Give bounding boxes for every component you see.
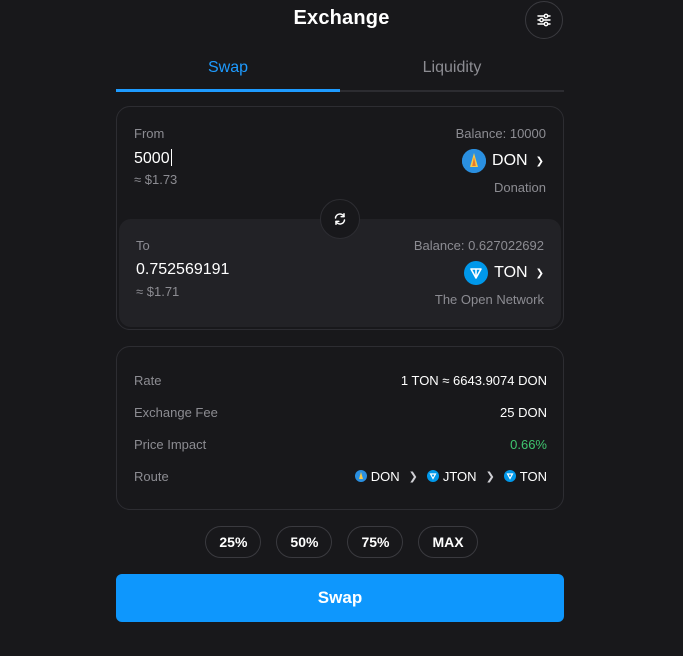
page-title: Exchange: [293, 7, 390, 29]
sliders-icon: [537, 13, 551, 27]
chevron-right-icon: ❯: [408, 470, 418, 483]
price-impact-value: 0.66%: [510, 436, 547, 452]
tab-liquidity[interactable]: Liquidity: [340, 52, 564, 90]
from-usd-value: ≈ $1.73: [134, 172, 178, 187]
from-balance: Balance: 10000: [455, 126, 546, 141]
percent-50-button[interactable]: 50%: [276, 526, 333, 558]
jton-token-icon: [426, 470, 439, 482]
swap-submit-button[interactable]: Swap: [116, 574, 564, 622]
rate-value: 1 TON ≈ 6643.9074 DON: [400, 372, 547, 388]
to-label: To: [136, 238, 150, 253]
from-token-symbol: DON: [492, 152, 528, 169]
settings-button[interactable]: [525, 1, 563, 39]
swap-details-card: Rate 1 TON ≈ 6643.9074 DON Exchange Fee …: [116, 346, 564, 510]
chevron-right-icon: ❯: [485, 470, 495, 483]
to-token-symbol: TON: [494, 264, 528, 281]
from-token-select[interactable]: DON ❯: [462, 149, 544, 173]
don-token-icon: [462, 149, 487, 173]
route-row: Route DON ❯ JTON ❯ TON: [134, 466, 547, 486]
switch-tokens-button[interactable]: [320, 199, 360, 239]
fee-row: Exchange Fee 25 DON: [134, 402, 547, 422]
don-token-icon: [354, 470, 367, 482]
from-label: From: [134, 126, 165, 141]
to-usd-value: ≈ $1.71: [136, 284, 180, 299]
from-amount-value: 5000: [134, 150, 170, 167]
to-token-name: The Open Network: [434, 292, 544, 307]
exchange-tabs: Swap Liquidity: [116, 52, 564, 92]
from-token-name: Donation: [493, 180, 546, 195]
max-button[interactable]: MAX: [418, 526, 478, 558]
route-step: TON: [519, 468, 547, 484]
ton-token-icon: [464, 261, 489, 285]
route-step: DON: [370, 468, 400, 484]
percent-75-button[interactable]: 75%: [347, 526, 404, 558]
chevron-down-icon: ❯: [535, 155, 544, 167]
ton-token-icon: [503, 470, 516, 482]
route-path: DON ❯ JTON ❯ TON: [354, 468, 547, 484]
to-balance: Balance: 0.627022692: [413, 238, 544, 253]
route-step: JTON: [442, 468, 477, 484]
from-amount-input[interactable]: 5000: [134, 149, 172, 168]
price-impact-label: Price Impact: [134, 436, 207, 452]
percent-buttons: 25% 50% 75% MAX: [0, 526, 683, 558]
swap-arrows-icon: [334, 213, 346, 225]
text-caret: [170, 149, 172, 166]
rate-label: Rate: [134, 372, 162, 388]
percent-25-button[interactable]: 25%: [205, 526, 262, 558]
price-impact-row: Price Impact 0.66%: [134, 434, 547, 454]
fee-label: Exchange Fee: [134, 404, 218, 420]
rate-row: Rate 1 TON ≈ 6643.9074 DON: [134, 370, 547, 390]
route-label: Route: [134, 468, 169, 484]
chevron-down-icon: ❯: [535, 267, 544, 279]
to-token-select[interactable]: TON ❯: [464, 261, 544, 285]
to-amount-output[interactable]: 0.752569191: [136, 261, 229, 279]
fee-value: 25 DON: [500, 404, 547, 420]
tab-swap[interactable]: Swap: [116, 52, 340, 92]
